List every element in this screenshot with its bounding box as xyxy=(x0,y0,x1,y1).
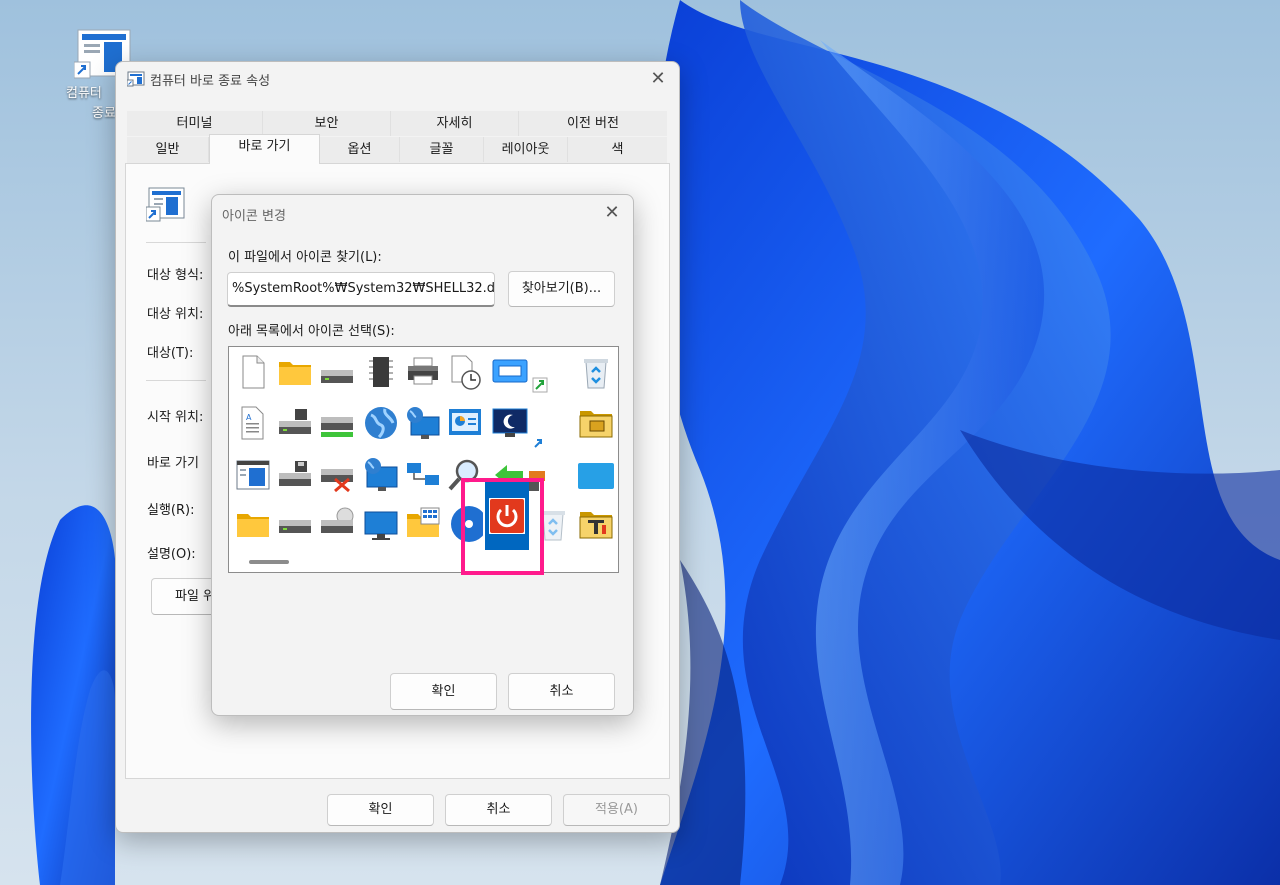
svg-text:A: A xyxy=(246,413,252,422)
tab-row-2: 일반 바로 가기 옵션 글꼴 레이아웃 색 xyxy=(127,134,667,164)
recycle-bin-full-icon[interactable] xyxy=(574,350,618,394)
tab-layout[interactable]: 레이아웃 xyxy=(484,137,568,162)
target-location-label: 대상 위치: xyxy=(147,307,204,322)
change-icon-titlebar: 아이콘 변경 ✕ xyxy=(212,195,633,229)
shortcut-key-label: 바로 가기 xyxy=(147,456,199,471)
folder-grid-icon[interactable] xyxy=(401,502,445,546)
tab-shortcut[interactable]: 바로 가기 xyxy=(209,134,320,164)
network-computers-icon[interactable] xyxy=(401,453,445,497)
drive-icon[interactable] xyxy=(315,350,359,394)
change-icon-ok-button[interactable]: 확인 xyxy=(390,673,497,710)
tab-options[interactable]: 옵션 xyxy=(320,137,400,162)
close-icon[interactable]: ✕ xyxy=(597,201,627,225)
blue-panel-icon[interactable] xyxy=(574,453,618,497)
shortcut-app-icon xyxy=(145,187,186,227)
tab-row-1: 터미널 보안 자세히 이전 버전 xyxy=(127,111,667,136)
control-panel-icon[interactable] xyxy=(443,401,487,445)
floppy-drive-icon[interactable] xyxy=(273,401,317,445)
cd-drive-icon[interactable] xyxy=(315,502,359,546)
close-icon[interactable]: ✕ xyxy=(643,67,673,91)
change-icon-dialog: 아이콘 변경 ✕ 이 파일에서 아이콘 찾기(L): %SystemRoot%₩… xyxy=(211,194,634,716)
floppy-disk-drive-icon[interactable] xyxy=(273,453,317,497)
window-icon xyxy=(126,71,145,91)
document-clock-icon[interactable] xyxy=(443,350,487,394)
tab-colors[interactable]: 색 xyxy=(568,137,667,162)
hard-drive-icon[interactable] xyxy=(273,502,317,546)
chip-icon[interactable] xyxy=(359,350,403,394)
separator xyxy=(146,242,206,243)
horizontal-scrollbar[interactable] xyxy=(249,560,289,564)
tab-general[interactable]: 일반 xyxy=(127,137,209,162)
target-type-label: 대상 형식: xyxy=(147,268,204,283)
properties-cancel-button[interactable]: 취소 xyxy=(445,794,552,826)
network-globe-icon[interactable] xyxy=(401,401,445,445)
separator xyxy=(146,380,206,381)
briefcase-folder-icon[interactable] xyxy=(574,401,618,445)
comment-label: 설명(O): xyxy=(147,547,196,562)
properties-titlebar: 컴퓨터 바로 종료 속성 ✕ xyxy=(116,62,679,96)
change-icon-cancel-button[interactable]: 취소 xyxy=(508,673,615,710)
properties-ok-button[interactable]: 확인 xyxy=(327,794,434,826)
monitor-icon[interactable] xyxy=(359,502,403,546)
folder-icon[interactable] xyxy=(273,350,317,394)
printer-icon[interactable] xyxy=(401,350,445,394)
tab-font[interactable]: 글꼴 xyxy=(400,137,484,162)
folder-empty-icon[interactable] xyxy=(231,502,275,546)
browse-button[interactable]: 찾아보기(B)... xyxy=(508,271,615,307)
monitor-globe-icon[interactable] xyxy=(359,453,403,497)
properties-apply-button[interactable]: 적용(A) xyxy=(563,794,670,826)
tools-folder-icon[interactable] xyxy=(574,502,618,546)
globe-icon[interactable] xyxy=(359,401,403,445)
find-icons-label: 이 파일에서 아이콘 찾기(L): xyxy=(228,250,382,265)
properties-title: 컴퓨터 바로 종료 속성 xyxy=(150,74,271,89)
start-in-label: 시작 위치: xyxy=(147,410,204,425)
icon-file-path-input[interactable]: %SystemRoot%₩System32₩SHELL32.dll xyxy=(227,272,495,307)
tab-details[interactable]: 자세히 xyxy=(391,111,519,136)
drive-error-icon[interactable] xyxy=(315,453,359,497)
tab-security[interactable]: 보안 xyxy=(263,111,391,136)
sleep-monitor-icon[interactable] xyxy=(487,401,549,448)
blank-document-icon[interactable] xyxy=(231,350,275,394)
text-document-icon[interactable]: A xyxy=(231,401,275,445)
icon-list[interactable]: A xyxy=(228,346,619,573)
select-icon-label: 아래 목록에서 아이콘 선택(S): xyxy=(228,324,395,339)
change-icon-title: 아이콘 변경 xyxy=(222,209,286,224)
tab-previous-versions[interactable]: 이전 버전 xyxy=(519,111,667,136)
removable-drive-icon[interactable] xyxy=(315,401,359,445)
tab-terminal[interactable]: 터미널 xyxy=(127,111,263,136)
run-label: 실행(R): xyxy=(147,503,195,518)
selection-highlight-box xyxy=(461,478,544,575)
window-shortcut-icon[interactable] xyxy=(487,350,549,394)
application-window-icon[interactable] xyxy=(231,453,275,497)
target-label: 대상(T): xyxy=(147,346,194,361)
